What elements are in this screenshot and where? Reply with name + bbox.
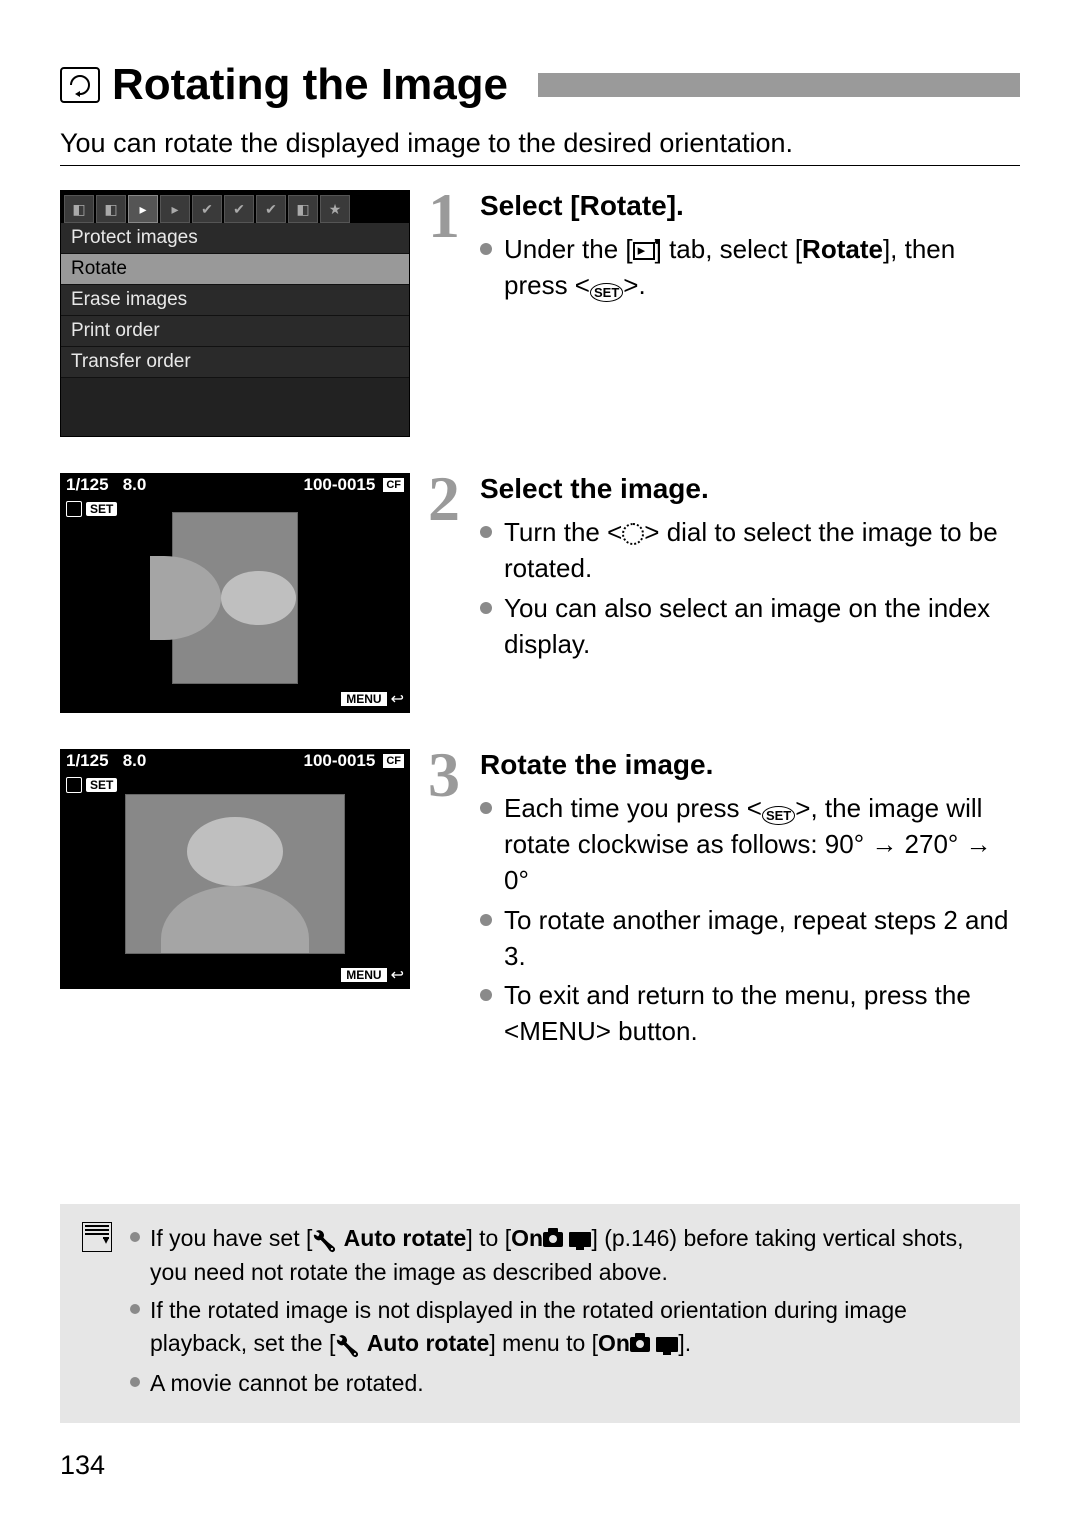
menu-tab-icon: ✔ [192,195,222,223]
preview-image [172,512,298,684]
camera-icon [543,1232,563,1247]
menu-list: Protect images Rotate Erase images Print… [61,223,409,378]
shutter-value: 1/125 [66,475,109,494]
bullet-dot-icon [480,526,492,538]
menu-indicator: MENU ↩ [341,965,404,985]
rotate-icon [66,777,82,793]
bullet-dot-icon [480,602,492,614]
set-indicator: SET [66,501,117,517]
note-bullet: If the rotated image is not displayed in… [130,1294,998,1360]
title-decor-bar [538,73,1020,97]
step-2: 1/125 8.0 100-0015 CF SET MENU ↩ 2 Select… [60,473,1020,713]
aperture-value: 8.0 [123,475,147,494]
set-indicator: SET [66,777,117,793]
wrench-icon: 🔧 [335,1333,360,1361]
menu-badge: MENU [341,968,386,982]
step-title: Select the image. [480,473,1020,505]
menu-tab-icon: ◧ [288,195,318,223]
step-number: 2 [428,473,472,667]
step-bullet: Turn the <> dial to select the image to … [480,515,1020,587]
return-icon: ↩ [391,689,404,709]
note-text: If you have set [🔧 Auto rotate] to [On ]… [150,1222,998,1288]
menu-item: Protect images [61,223,409,254]
camera-icon [630,1337,650,1352]
aperture-value: 8.0 [123,751,147,770]
card-icon: CF [383,478,404,492]
bullet-text: Under the [] tab, select [Rotate], then … [504,232,1020,304]
step-number: 1 [428,190,472,308]
shutter-value: 1/125 [66,751,109,770]
rotate-icon [66,501,82,517]
step-bullet: You can also select an image on the inde… [480,591,1020,663]
menu-item: Transfer order [61,347,409,378]
menu-tab-playback-icon: ▸ [128,195,158,223]
bullet-dot-icon [480,989,492,1001]
intro-text: You can rotate the displayed image to th… [60,128,1020,159]
step-bullet: To exit and return to the menu, press th… [480,978,1020,1050]
page-title: Rotating the Image [112,60,508,110]
preview-image [125,794,345,954]
menu-tab-icon: ✔ [256,195,286,223]
preview-screenshot-sideways: 1/125 8.0 100-0015 CF SET MENU ↩ [60,473,410,713]
step-bullet: Each time you press <SET>, the image wil… [480,791,1020,899]
menu-tab-icon: ◧ [96,195,126,223]
monitor-icon [656,1337,678,1352]
divider [60,165,1020,166]
bullet-dot-icon [480,802,492,814]
page-title-row: Rotating the Image [60,60,1020,110]
notes-box: ▾ If you have set [🔧 Auto rotate] to [On… [60,1204,1020,1423]
menu-indicator: MENU ↩ [341,689,404,709]
page-number: 134 [60,1450,105,1481]
note-text: A movie cannot be rotated. [150,1367,424,1399]
bullet-dot-icon [130,1304,140,1314]
menu-tab-strip: ◧ ◧ ▸ ▸ ✔ ✔ ✔ ◧ ★ [61,191,409,223]
notes-body: If you have set [🔧 Auto rotate] to [On ]… [130,1222,998,1405]
wrench-icon: 🔧 [312,1228,337,1256]
menu-item: Erase images [61,285,409,316]
menu-tab-icon: ✔ [224,195,254,223]
bullet-text: You can also select an image on the inde… [504,591,1020,663]
menu-blank-area [61,378,409,436]
bullet-dot-icon [130,1377,140,1387]
bullet-dot-icon [480,243,492,255]
note-bullet: A movie cannot be rotated. [130,1367,998,1399]
menu-tab-icon: ◧ [64,195,94,223]
step-title: Select [Rotate]. [480,190,1020,222]
note-bullet: If you have set [🔧 Auto rotate] to [On ]… [130,1222,998,1288]
bullet-text: To rotate another image, repeat steps 2 … [504,903,1020,975]
note-text: If the rotated image is not displayed in… [150,1294,998,1360]
set-button-icon: SET [590,283,623,302]
menu-tab-icon: ▸ [160,195,190,223]
card-icon: CF [383,754,404,768]
rotate-title-icon [60,67,100,103]
file-number: 100-0015 [303,751,375,771]
bullet-dot-icon [130,1232,140,1242]
menu-item-selected: Rotate [61,254,409,285]
notes-icon: ▾ [82,1222,112,1252]
step-bullet: Under the [] tab, select [Rotate], then … [480,232,1020,304]
step-title: Rotate the image. [480,749,1020,781]
set-button-icon: SET [762,806,795,825]
monitor-icon [569,1232,591,1247]
file-number: 100-0015 [303,475,375,495]
preview-screenshot-upright: 1/125 8.0 100-0015 CF SET MENU ↩ [60,749,410,989]
menu-screenshot: ◧ ◧ ▸ ▸ ✔ ✔ ✔ ◧ ★ Protect images Rotate … [60,190,410,437]
menu-item: Print order [61,316,409,347]
menu-badge: MENU [341,692,386,706]
bullet-dot-icon [480,914,492,926]
bullet-text: Turn the <> dial to select the image to … [504,515,1020,587]
set-badge: SET [86,778,117,792]
return-icon: ↩ [391,965,404,985]
step-number: 3 [428,749,472,1054]
menu-tab-icon: ★ [320,195,350,223]
playback-tab-icon [633,242,655,260]
step-bullet: To rotate another image, repeat steps 2 … [480,903,1020,975]
bullet-text: Each time you press <SET>, the image wil… [504,791,1020,899]
dial-icon [622,523,644,545]
step-3: 1/125 8.0 100-0015 CF SET MENU ↩ 3 Rotate… [60,749,1020,1054]
set-badge: SET [86,502,117,516]
menu-button-text: MENU [519,1016,596,1046]
step-1: ◧ ◧ ▸ ▸ ✔ ✔ ✔ ◧ ★ Protect images Rotate … [60,190,1020,437]
bullet-text: To exit and return to the menu, press th… [504,978,1020,1050]
